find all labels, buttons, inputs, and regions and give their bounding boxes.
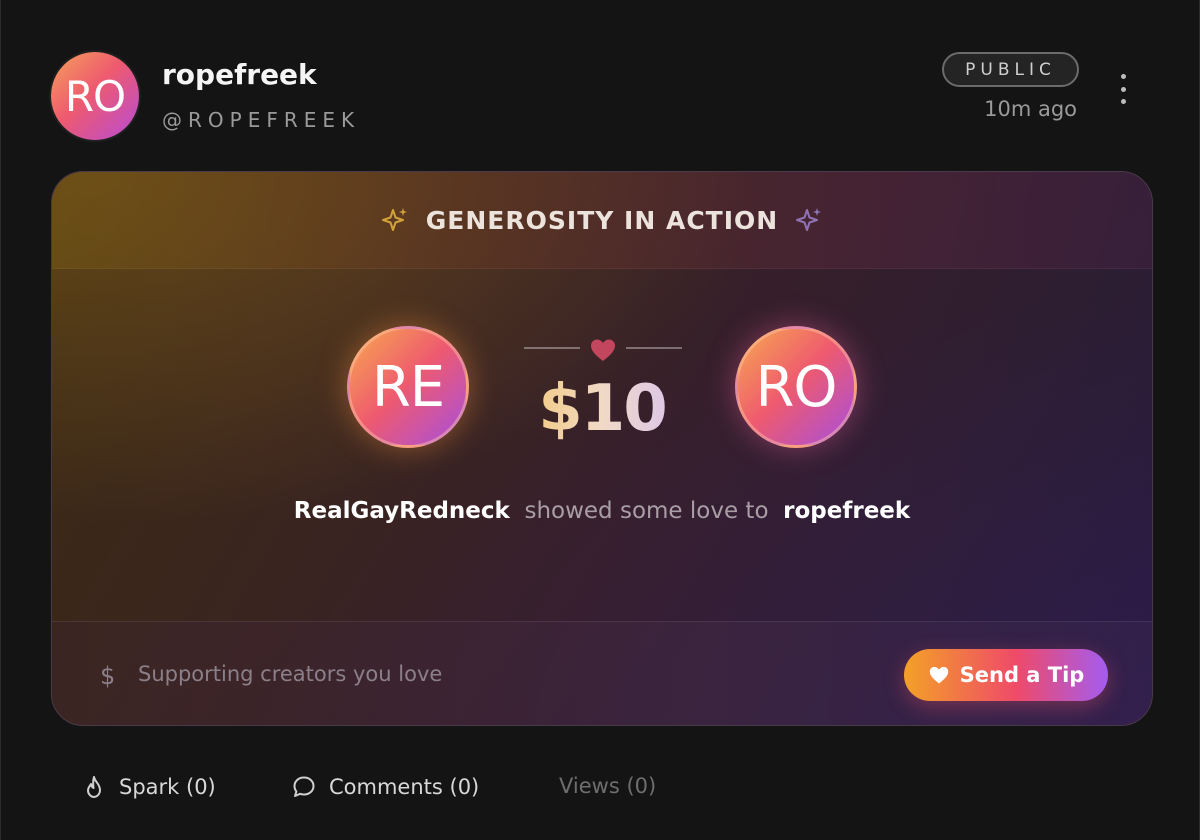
tip-message: RealGayRedneck showed some love to ropef…: [52, 498, 1152, 524]
author-username[interactable]: ropefreek: [162, 58, 317, 91]
heart-icon: [929, 666, 948, 684]
visibility-badge: PUBLIC: [942, 52, 1079, 87]
sparkle-icon: [381, 208, 407, 231]
heart-icon: [591, 339, 615, 361]
receiver-avatar[interactable]: RO: [735, 326, 857, 448]
more-options-icon[interactable]: [1113, 74, 1133, 104]
post-container: RO ropefreek @ROPEFREEK PUBLIC 10m ago G…: [0, 0, 1200, 840]
views-count: Views (0): [559, 774, 656, 798]
tip-card-footer: $ Supporting creators you love Send a Ti…: [52, 621, 1152, 725]
views-label: Views (0): [559, 774, 657, 798]
tip-amount: $10: [522, 372, 682, 446]
tip-banner: GENEROSITY IN ACTION: [52, 172, 1152, 269]
send-tip-button[interactable]: Send a Tip: [904, 649, 1108, 701]
divider-left: [524, 347, 580, 349]
send-tip-label: Send a Tip: [959, 663, 1085, 687]
sender-name[interactable]: RealGayRedneck: [294, 498, 510, 524]
sparkle-icon: [796, 208, 822, 231]
banner-title: GENEROSITY IN ACTION: [425, 205, 779, 235]
comments-button[interactable]: Comments (0): [291, 774, 479, 800]
footer-text: Supporting creators you love: [138, 662, 443, 686]
flame-icon: [87, 776, 101, 798]
tip-card: GENEROSITY IN ACTION RE RO $10 RealGayRe…: [51, 171, 1153, 726]
message-text: showed some love to: [524, 498, 769, 524]
author-handle: @ROPEFREEK: [162, 108, 361, 132]
spark-button[interactable]: Spark (0): [81, 774, 216, 800]
post-timestamp: 10m ago: [984, 97, 1077, 121]
author-avatar[interactable]: RO: [51, 52, 139, 140]
comment-icon: [293, 776, 315, 797]
divider-right: [626, 347, 682, 349]
receiver-name[interactable]: ropefreek: [783, 498, 910, 524]
comments-label: Comments (0): [329, 775, 480, 799]
sender-avatar[interactable]: RE: [347, 326, 469, 448]
spark-label: Spark (0): [119, 775, 216, 799]
dollar-icon: $: [100, 662, 116, 690]
